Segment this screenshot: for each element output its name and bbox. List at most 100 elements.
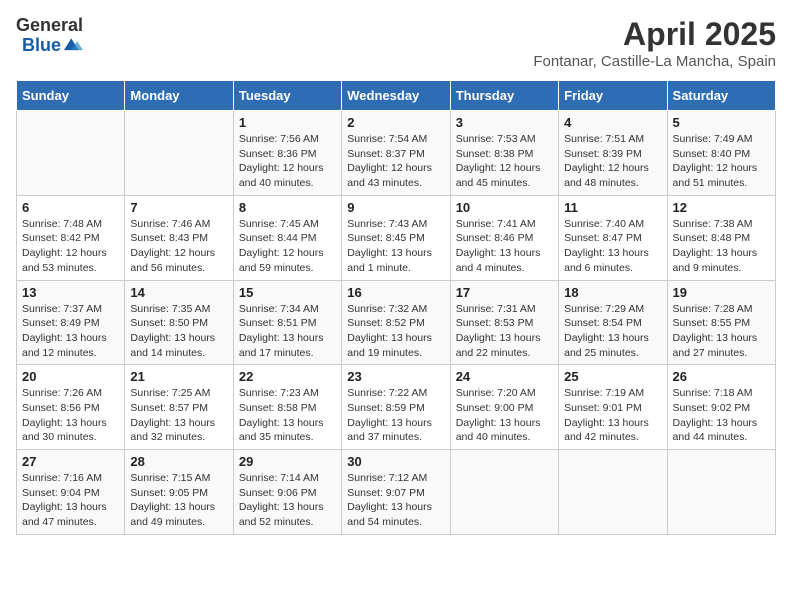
day-cell: 14 Sunrise: 7:35 AMSunset: 8:50 PMDayligh… [125,280,233,365]
day-cell: 1 Sunrise: 7:56 AMSunset: 8:36 PMDaylight… [233,111,341,196]
day-number: 7 [130,200,227,215]
day-cell: 11 Sunrise: 7:40 AMSunset: 8:47 PMDayligh… [559,195,667,280]
day-cell: 10 Sunrise: 7:41 AMSunset: 8:46 PMDayligh… [450,195,558,280]
day-info: Sunrise: 7:32 AMSunset: 8:52 PMDaylight:… [347,302,444,361]
day-cell: 20 Sunrise: 7:26 AMSunset: 8:56 PMDayligh… [17,365,125,450]
day-info: Sunrise: 7:51 AMSunset: 8:39 PMDaylight:… [564,132,661,191]
week-row-5: 27Sunrise: 7:16 AMSunset: 9:04 PMDayligh… [17,450,776,535]
day-info: Sunrise: 7:19 AMSunset: 9:01 PMDaylight:… [564,386,661,445]
day-info: Sunrise: 7:56 AMSunset: 8:36 PMDaylight:… [239,132,336,191]
day-cell: 8Sunrise: 7:45 AMSunset: 8:44 PMDaylight… [233,195,341,280]
day-cell [17,111,125,196]
col-header-thursday: Thursday [450,81,558,111]
day-cell: 25Sunrise: 7:19 AMSunset: 9:01 PMDayligh… [559,365,667,450]
week-row-1: 1 Sunrise: 7:56 AMSunset: 8:36 PMDaylight… [17,111,776,196]
day-info: Sunrise: 7:35 AMSunset: 8:50 PMDaylight:… [130,302,227,361]
day-info: Sunrise: 7:43 AMSunset: 8:45 PMDaylight:… [347,217,444,276]
col-header-tuesday: Tuesday [233,81,341,111]
day-info: Sunrise: 7:18 AMSunset: 9:02 PMDaylight:… [673,386,770,445]
day-number: 9 [347,200,444,215]
day-info: Sunrise: 7:26 AMSunset: 8:56 PMDaylight:… [22,386,119,445]
day-info: Sunrise: 7:29 AMSunset: 8:54 PMDaylight:… [564,302,661,361]
day-info: Sunrise: 7:34 AMSunset: 8:51 PMDaylight:… [239,302,336,361]
subtitle: Fontanar, Castille-La Mancha, Spain [533,53,776,70]
day-cell [450,450,558,535]
day-cell: 13 Sunrise: 7:37 AMSunset: 8:49 PMDayligh… [17,280,125,365]
day-cell: 28Sunrise: 7:15 AMSunset: 9:05 PMDayligh… [125,450,233,535]
day-number: 26 [673,369,770,384]
day-cell: 4 Sunrise: 7:51 AMSunset: 8:39 PMDaylight… [559,111,667,196]
day-info: Sunrise: 7:20 AMSunset: 9:00 PMDaylight:… [456,386,553,445]
day-cell: 27Sunrise: 7:16 AMSunset: 9:04 PMDayligh… [17,450,125,535]
day-number: 10 [456,200,553,215]
day-info: Sunrise: 7:48 AMSunset: 8:42 PMDaylight:… [22,217,119,276]
day-number: 18 [564,285,661,300]
col-header-friday: Friday [559,81,667,111]
day-number: 24 [456,369,553,384]
day-info: Sunrise: 7:54 AMSunset: 8:37 PMDaylight:… [347,132,444,191]
day-number: 27 [22,454,119,469]
day-cell [559,450,667,535]
day-number: 3 [456,115,553,130]
day-cell: 16Sunrise: 7:32 AMSunset: 8:52 PMDayligh… [342,280,450,365]
logo-blue-text: Blue [22,36,61,54]
day-info: Sunrise: 7:28 AMSunset: 8:55 PMDaylight:… [673,302,770,361]
day-cell: 9 Sunrise: 7:43 AMSunset: 8:45 PMDaylight… [342,195,450,280]
day-info: Sunrise: 7:22 AMSunset: 8:59 PMDaylight:… [347,386,444,445]
day-info: Sunrise: 7:38 AMSunset: 8:48 PMDaylight:… [673,217,770,276]
day-number: 1 [239,115,336,130]
day-number: 2 [347,115,444,130]
day-number: 4 [564,115,661,130]
column-headers: SundayMondayTuesdayWednesdayThursdayFrid… [17,81,776,111]
day-number: 29 [239,454,336,469]
day-number: 5 [673,115,770,130]
day-number: 13 [22,285,119,300]
day-cell [125,111,233,196]
main-title: April 2025 [533,16,776,53]
day-number: 12 [673,200,770,215]
day-cell: 22Sunrise: 7:23 AMSunset: 8:58 PMDayligh… [233,365,341,450]
week-row-3: 13 Sunrise: 7:37 AMSunset: 8:49 PMDayligh… [17,280,776,365]
day-info: Sunrise: 7:41 AMSunset: 8:46 PMDaylight:… [456,217,553,276]
day-cell: 30Sunrise: 7:12 AMSunset: 9:07 PMDayligh… [342,450,450,535]
day-info: Sunrise: 7:23 AMSunset: 8:58 PMDaylight:… [239,386,336,445]
day-info: Sunrise: 7:31 AMSunset: 8:53 PMDaylight:… [456,302,553,361]
col-header-monday: Monday [125,81,233,111]
day-number: 14 [130,285,227,300]
logo-general-text: General [16,16,83,34]
day-cell: 15Sunrise: 7:34 AMSunset: 8:51 PMDayligh… [233,280,341,365]
day-cell: 18 Sunrise: 7:29 AMSunset: 8:54 PMDayligh… [559,280,667,365]
week-row-4: 20 Sunrise: 7:26 AMSunset: 8:56 PMDayligh… [17,365,776,450]
logo: General Blue [16,16,83,56]
day-number: 28 [130,454,227,469]
day-cell: 6 Sunrise: 7:48 AMSunset: 8:42 PMDaylight… [17,195,125,280]
day-info: Sunrise: 7:14 AMSunset: 9:06 PMDaylight:… [239,471,336,530]
day-number: 6 [22,200,119,215]
day-cell: 26 Sunrise: 7:18 AMSunset: 9:02 PMDayligh… [667,365,775,450]
day-number: 11 [564,200,661,215]
day-cell: 19Sunrise: 7:28 AMSunset: 8:55 PMDayligh… [667,280,775,365]
day-cell: 2 Sunrise: 7:54 AMSunset: 8:37 PMDaylight… [342,111,450,196]
day-cell: 21Sunrise: 7:25 AMSunset: 8:57 PMDayligh… [125,365,233,450]
day-cell: 29 Sunrise: 7:14 AMSunset: 9:06 PMDayligh… [233,450,341,535]
day-cell: 23 Sunrise: 7:22 AMSunset: 8:59 PMDayligh… [342,365,450,450]
title-area: April 2025 Fontanar, Castille-La Mancha,… [533,16,776,70]
day-info: Sunrise: 7:37 AMSunset: 8:49 PMDaylight:… [22,302,119,361]
header: General Blue April 2025 Fontanar, Castil… [16,16,776,70]
day-cell: 17Sunrise: 7:31 AMSunset: 8:53 PMDayligh… [450,280,558,365]
week-row-2: 6 Sunrise: 7:48 AMSunset: 8:42 PMDaylight… [17,195,776,280]
logo-icon [61,34,83,56]
col-header-wednesday: Wednesday [342,81,450,111]
day-cell [667,450,775,535]
day-info: Sunrise: 7:40 AMSunset: 8:47 PMDaylight:… [564,217,661,276]
day-info: Sunrise: 7:45 AMSunset: 8:44 PMDaylight:… [239,217,336,276]
day-info: Sunrise: 7:25 AMSunset: 8:57 PMDaylight:… [130,386,227,445]
day-cell: 7Sunrise: 7:46 AMSunset: 8:43 PMDaylight… [125,195,233,280]
day-cell: 3 Sunrise: 7:53 AMSunset: 8:38 PMDaylight… [450,111,558,196]
col-header-saturday: Saturday [667,81,775,111]
day-number: 23 [347,369,444,384]
day-info: Sunrise: 7:53 AMSunset: 8:38 PMDaylight:… [456,132,553,191]
col-header-sunday: Sunday [17,81,125,111]
day-number: 20 [22,369,119,384]
day-cell: 12 Sunrise: 7:38 AMSunset: 8:48 PMDayligh… [667,195,775,280]
